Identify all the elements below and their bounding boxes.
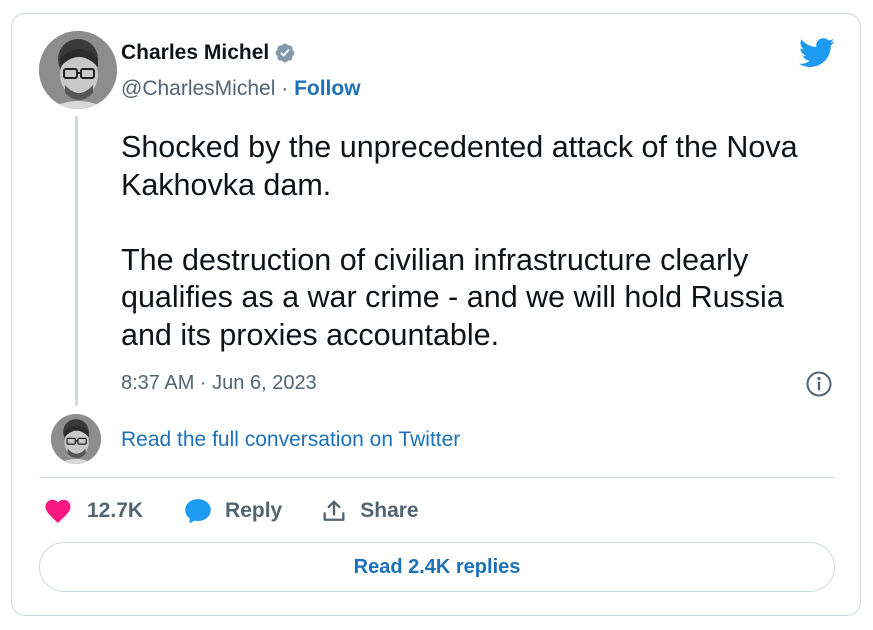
avatar-photo-icon — [39, 31, 117, 109]
tweet-timestamp[interactable]: 8:37 AM · Jun 6, 2023 — [121, 372, 317, 395]
read-full-conversation-link[interactable]: Read the full conversation on Twitter — [121, 428, 460, 452]
author-name-row: Charles Michel — [121, 41, 296, 65]
author-handle-row: @CharlesMichel · Follow — [121, 77, 361, 101]
tweet-paragraph: The destruction of civilian infrastructu… — [121, 242, 784, 352]
share-upload-icon — [320, 497, 348, 525]
tweet-card: Charles Michel @CharlesMichel · Follow S… — [11, 13, 861, 616]
like-button[interactable]: 12.7K — [43, 496, 143, 526]
action-bar: 12.7K Reply Share — [43, 494, 419, 528]
thread-line — [75, 116, 78, 406]
share-button[interactable]: Share — [320, 497, 419, 525]
handle-separator: · — [281, 77, 289, 100]
conversation-avatar[interactable] — [51, 414, 101, 464]
tweet-text: Shocked by the unprecedented attack of t… — [121, 129, 841, 354]
speech-bubble-icon — [183, 496, 213, 526]
twitter-bird-icon[interactable] — [799, 38, 835, 68]
reply-button[interactable]: Reply — [183, 496, 282, 526]
like-count: 12.7K — [87, 499, 144, 522]
verified-badge-icon — [274, 42, 296, 64]
author-avatar[interactable] — [39, 31, 117, 109]
reply-label: Reply — [225, 499, 283, 522]
divider — [39, 477, 835, 478]
read-replies-button[interactable]: Read 2.4K replies — [39, 542, 835, 592]
tweet-paragraph: Shocked by the unprecedented attack of t… — [121, 130, 798, 202]
heart-icon — [43, 496, 73, 526]
info-icon[interactable] — [805, 370, 833, 398]
follow-link[interactable]: Follow — [294, 77, 361, 100]
author-display-name[interactable]: Charles Michel — [121, 41, 269, 65]
share-label: Share — [360, 499, 419, 522]
avatar-photo-icon — [51, 414, 101, 464]
author-handle[interactable]: @CharlesMichel — [121, 77, 275, 100]
